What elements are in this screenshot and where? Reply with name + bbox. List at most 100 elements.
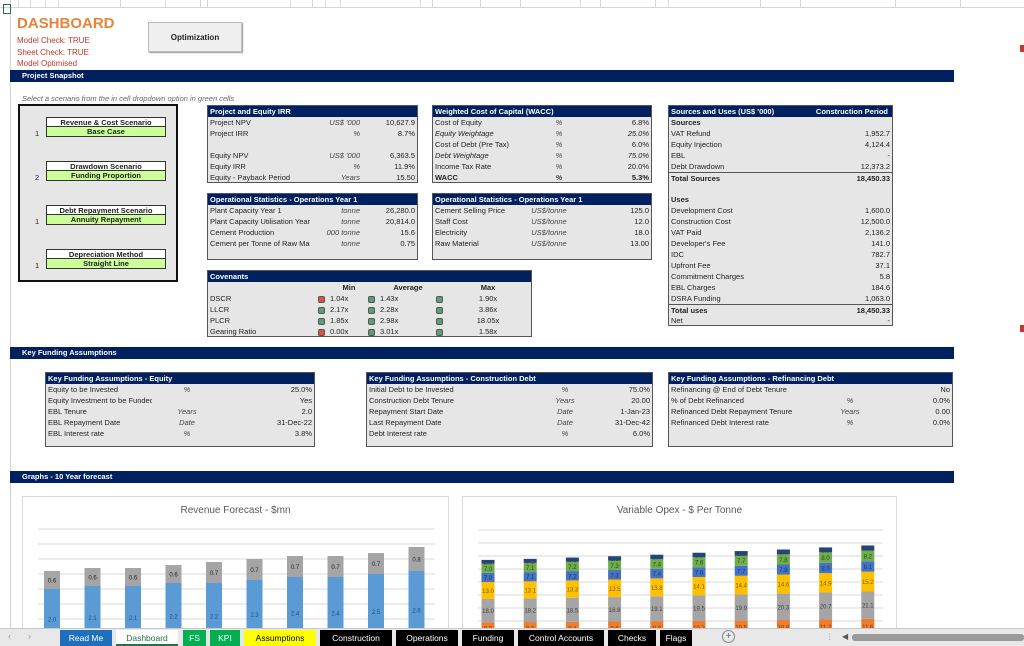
row-label: Construction Debt Tenure <box>369 396 454 405</box>
row-unit: % <box>561 385 569 394</box>
row-value: 3.8% <box>294 429 312 438</box>
split-handle-icon[interactable]: ⋮ <box>826 632 834 641</box>
sheet-tab-operations[interactable]: Operations <box>396 630 458 646</box>
selected-cell[interactable] <box>3 4 11 14</box>
horizontal-scrollbar[interactable] <box>852 634 1024 641</box>
row-value: - <box>887 151 891 160</box>
sheet-tab-flags[interactable]: Flags <box>660 630 692 646</box>
table-row: Cement Selling Price US$/tonne 125.0 <box>433 205 651 216</box>
table-row: Upfront Fee 37.1 <box>669 260 892 271</box>
column-header: Max <box>480 283 496 292</box>
data-label: 19.1 <box>651 607 663 613</box>
section-graphs: Graphs - 10 Year forecast <box>10 471 954 483</box>
sheet-tab-funding[interactable]: Funding <box>462 630 514 646</box>
scenario-panel: 1 Revenue & Cost Scenario Base Case 2 Dr… <box>18 104 178 282</box>
data-label: 3.4 <box>653 555 662 561</box>
scroll-tabs-left-icon[interactable]: ‹ <box>8 631 11 641</box>
row-label: WACC <box>435 173 458 182</box>
status-indicator-icon <box>368 306 375 314</box>
row-value: 5.8 <box>879 272 890 281</box>
column-separator <box>760 0 761 8</box>
row-label: Income Tax Rate <box>435 162 492 171</box>
table-row: Cost of Debt (Pre Tax)% 6.0% <box>433 139 651 150</box>
debt-repayment-dropdown[interactable]: Annuity Repayment <box>46 215 166 225</box>
table-row: Construction Cost 12,500.0 <box>669 216 892 227</box>
scroll-tabs-right-icon[interactable]: › <box>28 631 31 641</box>
table-row: Net - <box>669 315 892 326</box>
row-unit: % <box>555 118 563 127</box>
row-unit: tonne <box>341 239 360 248</box>
data-label: 18.0 <box>482 609 494 615</box>
table-header: Key Funding Assumptions - Refinancing De… <box>669 373 952 384</box>
row-unit: Years <box>340 173 360 182</box>
column-separator <box>520 0 521 8</box>
section-project-snapshot: Project Snapshot <box>10 70 954 82</box>
row-label: Cement Selling Price <box>435 206 506 215</box>
row-value: 25.0% <box>290 385 312 394</box>
row-unit <box>300 139 360 150</box>
scenario-number: 1 <box>35 261 40 270</box>
row-value: 4,124.4 <box>864 140 890 149</box>
data-label: 8.0 <box>821 566 830 572</box>
row-label: Cost of Debt (Pre Tax) <box>435 140 510 149</box>
revenue-chart-plot: 2.0 0.6 2.1 0.6 2.1 0.6 2.2 0.6 2.2 0.7 2.3 0.7 2.4 0… <box>38 528 435 635</box>
table-title: Operational Statistics - Operations Year… <box>210 195 358 204</box>
table-row: Debt Interest rate% 6.0% <box>367 428 652 439</box>
add-sheet-icon[interactable]: + <box>722 630 735 643</box>
table-row: Refinanced Debt Interest rate% 0.0% <box>669 417 952 428</box>
row-value: 37.1 <box>875 261 890 270</box>
table-header: Operational Statistics - Operations Year… <box>208 194 417 205</box>
revenue-forecast-chart: Revenue Forecast - $mn 2.0 0.6 2.1 0.6 2.1 0.… <box>22 496 449 636</box>
row-unit: % <box>353 129 360 138</box>
data-label: 7.8 <box>779 558 788 564</box>
row-value: 13.00 <box>630 239 649 248</box>
row-value: 184.6 <box>871 283 890 292</box>
column-separator <box>120 0 121 8</box>
row-unit: Years <box>555 396 575 405</box>
wacc-table: Weighted Cost of Capital (WACC) Cost of E… <box>432 105 652 183</box>
status-indicator-icon <box>318 306 325 314</box>
data-label: 7.1 <box>526 575 535 581</box>
sheet-tab-fs[interactable]: FS <box>183 630 206 646</box>
column-separator <box>800 0 801 8</box>
table-row: VAT Paid 2,136.2 <box>669 227 892 238</box>
sheet-tab-control-accounts[interactable]: Control Accounts <box>518 630 604 646</box>
row-value: 15.6 <box>400 228 415 237</box>
row-label: Total Sources <box>671 174 721 183</box>
data-label: 7.3 <box>610 564 619 570</box>
row-value <box>810 194 890 205</box>
covenant-row: Gearing Ratio 0.00x 3.01x 1.58x <box>208 326 531 337</box>
sheet-tab-kpi[interactable]: KPI <box>210 630 240 646</box>
row-value: 18,450.33 <box>856 306 890 315</box>
row-unit: % <box>846 396 854 405</box>
sheet-tab-dashboard[interactable]: Dashboard <box>116 630 178 646</box>
table-row: Commitment Charges 5.8 <box>669 271 892 282</box>
scroll-left-icon[interactable]: ◀ <box>842 632 848 641</box>
table-header: Key Funding Assumptions - Construction D… <box>367 373 652 384</box>
data-label: 7.2 <box>568 565 577 571</box>
row-value: 1,063.0 <box>864 294 890 303</box>
revenue-scenario-dropdown[interactable]: Base Case <box>46 127 166 137</box>
sheet-tab-checks[interactable]: Checks <box>608 630 656 646</box>
optimization-button[interactable]: Optimization <box>148 22 242 52</box>
row-unit <box>820 384 880 395</box>
data-label: 2.4 <box>291 612 300 618</box>
data-label: 18.2 <box>524 609 536 615</box>
data-label: 7.0 <box>484 576 493 582</box>
status-indicator-icon <box>436 328 443 336</box>
covenant-avg: 3.01x <box>380 327 399 336</box>
table-row: % of Debt Refinanced% 0.0% <box>669 395 952 406</box>
sheet-tab-assumptions[interactable]: Assumptions <box>244 630 316 646</box>
table-row: Equity Weightage% 25.0% <box>433 128 651 139</box>
drawdown-scenario-dropdown[interactable]: Funding Proportion <box>46 171 166 181</box>
table-row: WACC% 5.3% <box>433 172 651 183</box>
row-value: 75.0% <box>628 385 650 394</box>
depreciation-method-dropdown[interactable]: Straight Line <box>46 259 166 269</box>
row-unit: % <box>555 173 563 182</box>
table-header: Operational Statistics - Operations Year… <box>433 194 651 205</box>
table-row: Plant Capacity Year 1 tonne 26,280.0 <box>208 205 417 216</box>
data-label: 0.6 <box>48 579 57 585</box>
sheet-tab-read-me[interactable]: Read Me <box>60 630 112 646</box>
sheet-tab-construction[interactable]: Construction <box>320 630 392 646</box>
row-value: 15.50 <box>396 173 415 182</box>
